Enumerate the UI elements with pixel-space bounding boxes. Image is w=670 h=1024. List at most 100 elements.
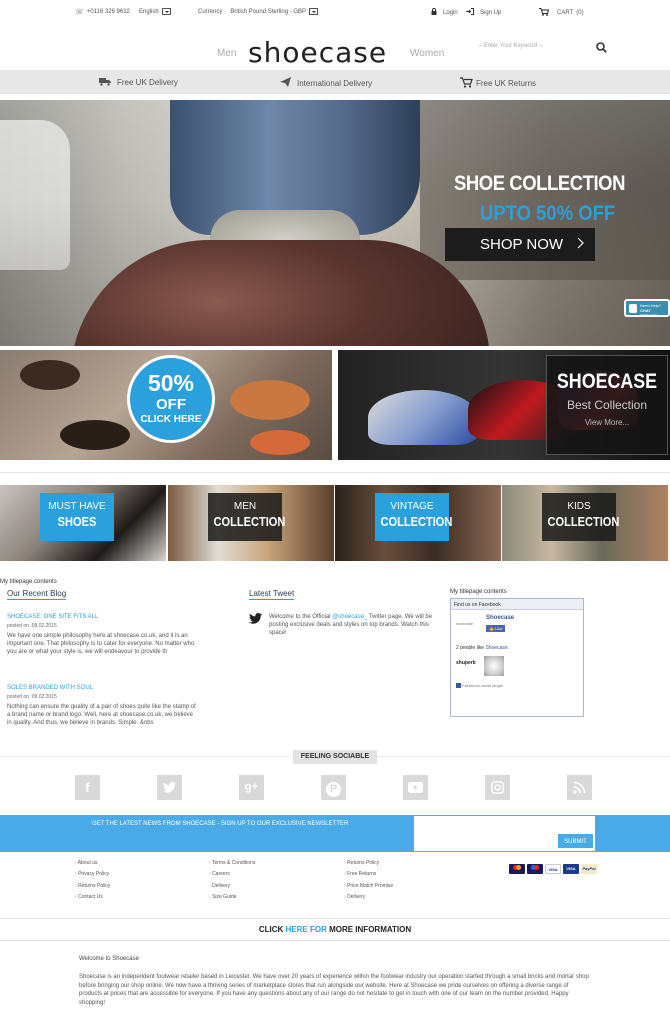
titlepage-left: My titlepage contents — [0, 579, 57, 585]
thumbs-up-icon: 👍 — [489, 626, 494, 631]
cart-icon — [539, 8, 550, 18]
social-title: FEELING SOCIABLE — [293, 750, 377, 764]
signup-icon — [466, 8, 474, 17]
tweet-section-title: Latest Tweet — [249, 589, 295, 600]
blog-post-excerpt: Nothing can ensure the quality of a pair… — [7, 704, 196, 726]
chevron-down-icon — [309, 8, 319, 15]
men-link[interactable]: Men — [217, 48, 236, 59]
facebook-page: shoecase Shoecase 👍 Like — [456, 615, 580, 641]
search-icon[interactable] — [596, 42, 607, 53]
feature-international: International Delivery — [280, 77, 372, 89]
women-link[interactable]: Women — [410, 48, 444, 59]
youtube-icon[interactable] — [403, 775, 428, 800]
friend-name[interactable]: shuperb — [456, 660, 476, 666]
login-link[interactable]: Login — [431, 8, 458, 17]
feature-label: Free UK Returns — [476, 79, 537, 88]
blog-post: SHOECASE: ONE SITE FITS ALL posted on :0… — [7, 614, 197, 656]
tweet-text: Welcome to the Official @shoecase_ Twitt… — [269, 613, 445, 637]
footer-link[interactable]: Terms & Conditions — [209, 860, 255, 871]
more-info-pre: CLICK — [258, 925, 286, 934]
chevron-down-icon — [161, 8, 171, 15]
footer-link[interactable]: Returns Policy — [75, 883, 110, 894]
facebook-friends: shuperb — [456, 656, 576, 678]
rss-icon[interactable] — [567, 775, 592, 800]
category-tile-men[interactable]: MEN COLLECTION — [168, 485, 334, 561]
footer-links-col1: About us Privacy Policy Returns Policy C… — [75, 860, 111, 905]
chevron-right-icon — [577, 236, 584, 253]
pinterest-icon[interactable]: P — [321, 775, 346, 800]
facebook-icon[interactable]: f — [75, 775, 100, 800]
view-more-link[interactable]: View More... — [547, 418, 667, 427]
search-input[interactable]: -- Enter Your Keyword -- — [478, 43, 578, 49]
delivery-strip: Free UK Delivery International Delivery … — [0, 70, 670, 94]
category-tile-kids[interactable]: KIDS COLLECTION — [502, 485, 668, 561]
payment-cards: VISA VISA PayPal — [509, 864, 597, 874]
promo-sale-banner[interactable]: 50% OFF CLICK HERE — [0, 350, 332, 460]
blog-post-title[interactable]: SOLES BRANDED WITH SOUL — [7, 685, 197, 691]
mastercard-icon — [509, 864, 525, 874]
footer-link[interactable]: Price Match Promise — [344, 883, 393, 894]
feature-uk-delivery: Free UK Delivery — [99, 77, 178, 88]
facebook-likes-page[interactable]: Shoecase. — [485, 645, 509, 651]
more-info-link[interactable]: HERE FOR — [286, 925, 327, 934]
footer-link[interactable]: Delivery — [344, 894, 393, 905]
currency-select[interactable]: Currency British Pound Sterling - GBP — [198, 8, 319, 15]
footer-link[interactable]: Delivery — [209, 883, 255, 894]
footer-link[interactable]: Size Guide — [209, 894, 255, 905]
titlepage-right: My titlepage contents — [450, 589, 507, 595]
more-info-line: CLICK HERE FOR MORE INFORMATION — [0, 925, 670, 934]
footer-link[interactable]: Privacy Policy — [75, 871, 110, 882]
shop-now-button[interactable]: SHOP NOW — [445, 228, 595, 261]
avatar[interactable] — [484, 656, 504, 676]
login-label: Login — [443, 9, 458, 16]
language-select[interactable]: English — [139, 8, 171, 15]
hero-banner[interactable]: SHOE COLLECTION UPTO 50% OFF SHOP NOW Ne… — [0, 100, 670, 346]
return-cart-icon — [460, 77, 473, 90]
tweet-text-pre: Welcome to the Official — [269, 614, 333, 620]
facebook-page-logo: shoecase — [456, 621, 474, 626]
category-line2: COLLECTION — [547, 514, 620, 529]
blog-post-title[interactable]: SHOECASE: ONE SITE FITS ALL — [7, 614, 197, 620]
category-tile-must-have[interactable]: MUST HAVE SHOES — [0, 485, 166, 561]
twitter-icon[interactable] — [157, 775, 182, 800]
phone-info: ☏ +0116 326 9612 — [75, 8, 130, 16]
visa-electron-icon: VISA — [563, 864, 579, 874]
facebook-page-name[interactable]: Shoecase — [486, 615, 514, 621]
facebook-like-button[interactable]: 👍 Like — [486, 625, 506, 632]
newsletter-submit-button[interactable]: SUBMIT — [557, 833, 594, 849]
promo-image — [250, 430, 310, 455]
footer-link[interactable]: Free Returns — [344, 871, 393, 882]
hero-title: SHOE COLLECTION — [454, 172, 626, 195]
category-line1: KIDS — [567, 501, 591, 512]
cart-link[interactable]: CART (0) — [539, 8, 584, 18]
paypal-icon: PayPal — [581, 864, 597, 874]
facebook-likes-pre: 2 people like — [456, 645, 486, 651]
sale-percent: 50% — [147, 370, 195, 396]
category-line2: SHOES — [57, 514, 97, 529]
footer-link[interactable]: Careers — [209, 871, 255, 882]
footer-link[interactable]: Returns Policy — [344, 860, 393, 871]
chat-offline-button[interactable]: Need Help? CHAT OFFLINE — [624, 299, 670, 318]
google-plus-icon[interactable]: g+ — [239, 775, 264, 800]
instagram-icon[interactable] — [485, 775, 510, 800]
facebook-widget-header: Find us on Facebook — [451, 599, 583, 610]
sale-click-here: CLICK HERE — [140, 414, 202, 425]
facebook-plugin-label: Facebook social plugin — [456, 683, 503, 689]
category-label: KIDS COLLECTION — [542, 493, 620, 541]
cart-count: (0) — [576, 10, 584, 16]
language-value: English — [139, 8, 159, 15]
collection-subtitle: Best Collection — [566, 398, 648, 412]
signup-link[interactable]: Sign Up — [466, 8, 501, 17]
footer-link[interactable]: Contact Us — [75, 894, 110, 905]
signup-label: Sign Up — [480, 9, 502, 16]
category-tile-vintage[interactable]: VINTAGE COLLECTION — [335, 485, 501, 561]
tweet-handle-link[interactable]: @shoecase_ — [332, 614, 367, 620]
maestro-icon — [527, 864, 543, 874]
divider — [0, 472, 670, 473]
site-logo[interactable]: shoecase — [248, 36, 387, 69]
sale-badge[interactable]: 50% OFF CLICK HERE — [127, 355, 215, 443]
promo-collection-banner[interactable]: SHOECASE Best Collection View More... — [338, 350, 670, 460]
feature-label: Free UK Delivery — [117, 78, 178, 87]
sale-off: OFF — [156, 396, 186, 413]
footer-link[interactable]: About us — [75, 860, 110, 871]
